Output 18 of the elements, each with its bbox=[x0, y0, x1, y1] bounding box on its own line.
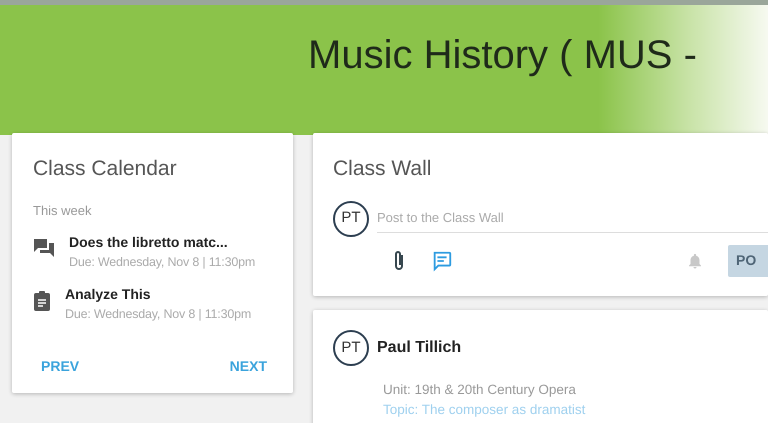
section-label: This week bbox=[33, 202, 93, 220]
avatar: PT bbox=[333, 330, 369, 366]
clipboard-icon bbox=[33, 290, 51, 312]
post-input-field[interactable]: Post to the Class Wall bbox=[377, 204, 768, 233]
event-title[interactable]: Analyze This bbox=[65, 284, 252, 305]
avatar: PT bbox=[333, 200, 369, 236]
unit-label: Unit: 19th & 20th Century Opera bbox=[383, 381, 577, 399]
author-name: Paul Tillich bbox=[377, 338, 462, 358]
event-title[interactable]: Does the libretto matc... bbox=[69, 232, 256, 253]
prev-button[interactable]: PREV bbox=[41, 356, 80, 377]
next-button[interactable]: NEXT bbox=[230, 356, 267, 377]
course-title: Music History ( MUS - bbox=[308, 32, 698, 79]
card-title: Class Calendar bbox=[33, 156, 178, 182]
due-date: Due: Wednesday, Nov 8 | 11:30pm bbox=[69, 254, 256, 271]
card-title: Class Wall bbox=[333, 156, 432, 182]
due-date: Due: Wednesday, Nov 8 | 11:30pm bbox=[65, 306, 252, 323]
chat-icon bbox=[33, 238, 55, 258]
comment-icon[interactable] bbox=[431, 250, 453, 272]
